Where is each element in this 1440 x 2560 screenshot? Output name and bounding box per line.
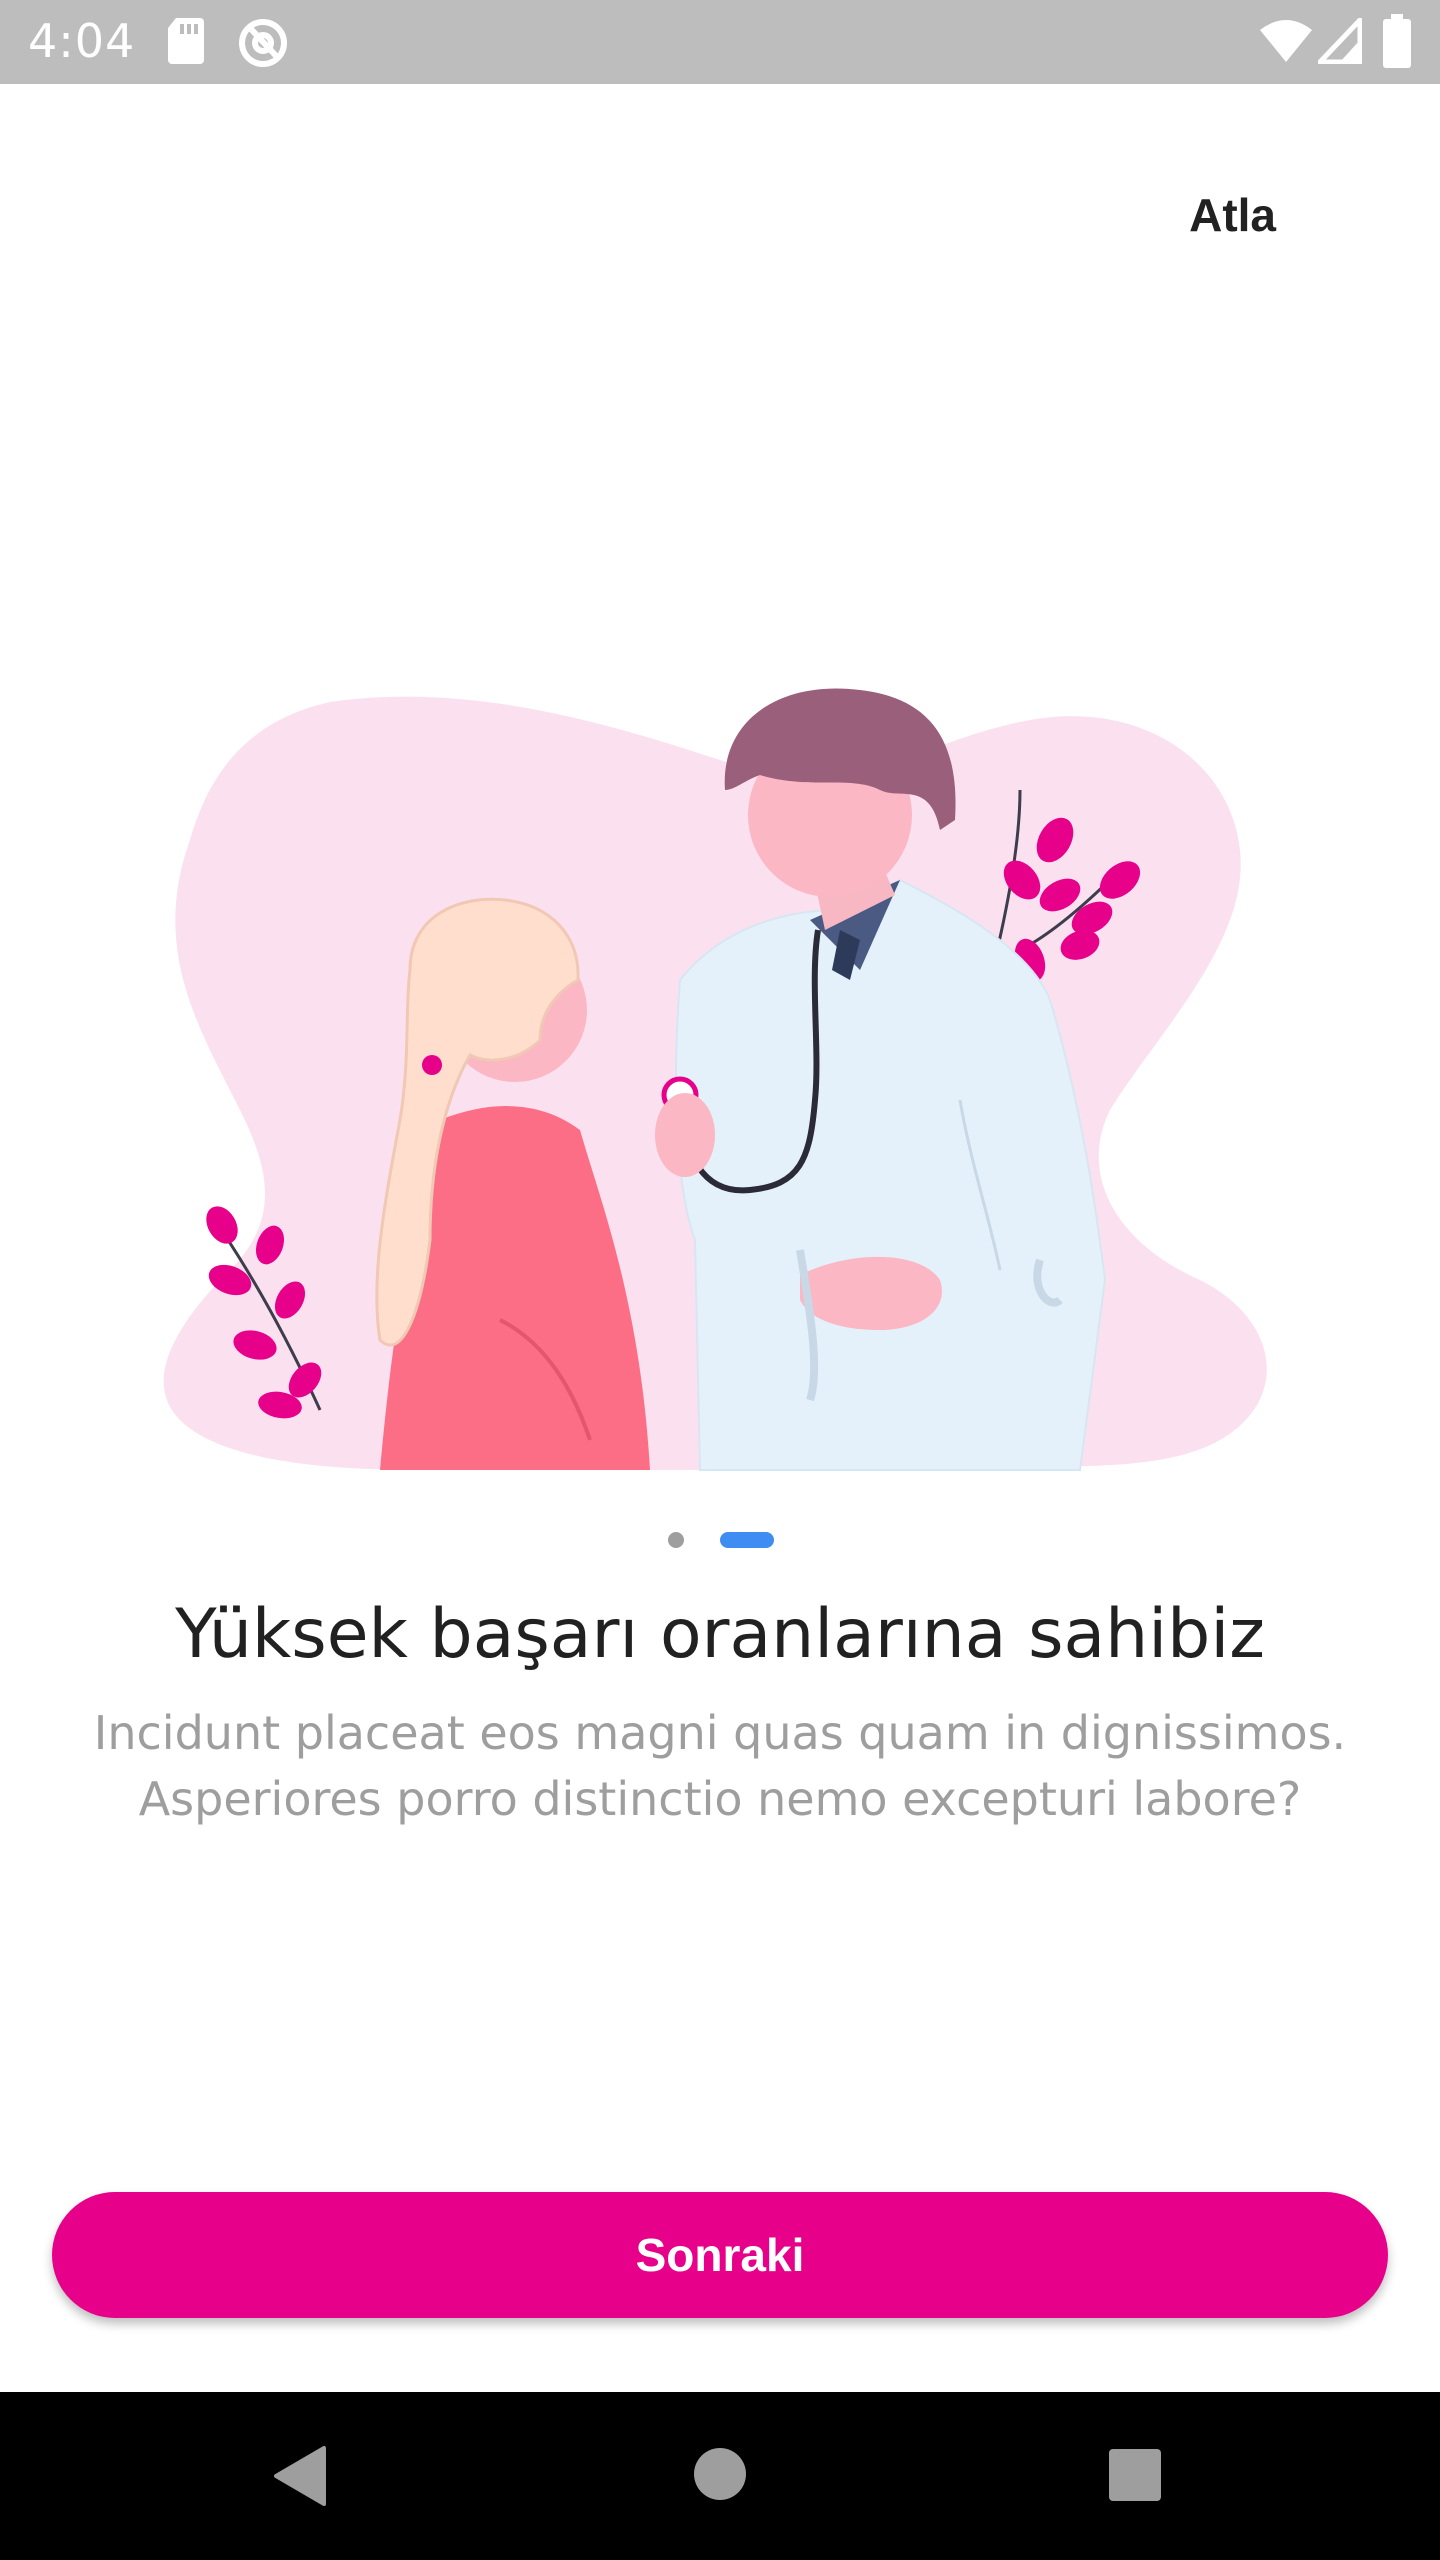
status-bar: 4:04 (0, 0, 1440, 84)
sync-icon (239, 19, 287, 67)
page-dot-2-active[interactable] (720, 1532, 774, 1548)
recents-icon[interactable] (1108, 2448, 1162, 2502)
skip-button[interactable]: Atla (1189, 188, 1276, 242)
signal-icon (1318, 18, 1362, 64)
next-button[interactable]: Sonraki (52, 2192, 1388, 2318)
page-dot-1[interactable] (668, 1532, 684, 1548)
navigation-bar (0, 2392, 1440, 2560)
status-time: 4:04 (28, 14, 136, 68)
slide-title: Yüksek başarı oranlarına sahibiz (175, 1595, 1265, 1674)
back-icon[interactable] (272, 2444, 328, 2508)
sd-card-icon (168, 18, 204, 64)
wifi-icon (1260, 20, 1312, 62)
doctor-patient-illustration (163, 688, 1267, 1471)
home-icon[interactable] (692, 2446, 748, 2502)
slide-description: Incidunt placeat eos magni quas quam in … (93, 1706, 1347, 1826)
onboarding-screen: 4:04 Atla Yüksek başarı oranlarına sahib… (0, 0, 1440, 2560)
battery-icon (1383, 14, 1411, 68)
